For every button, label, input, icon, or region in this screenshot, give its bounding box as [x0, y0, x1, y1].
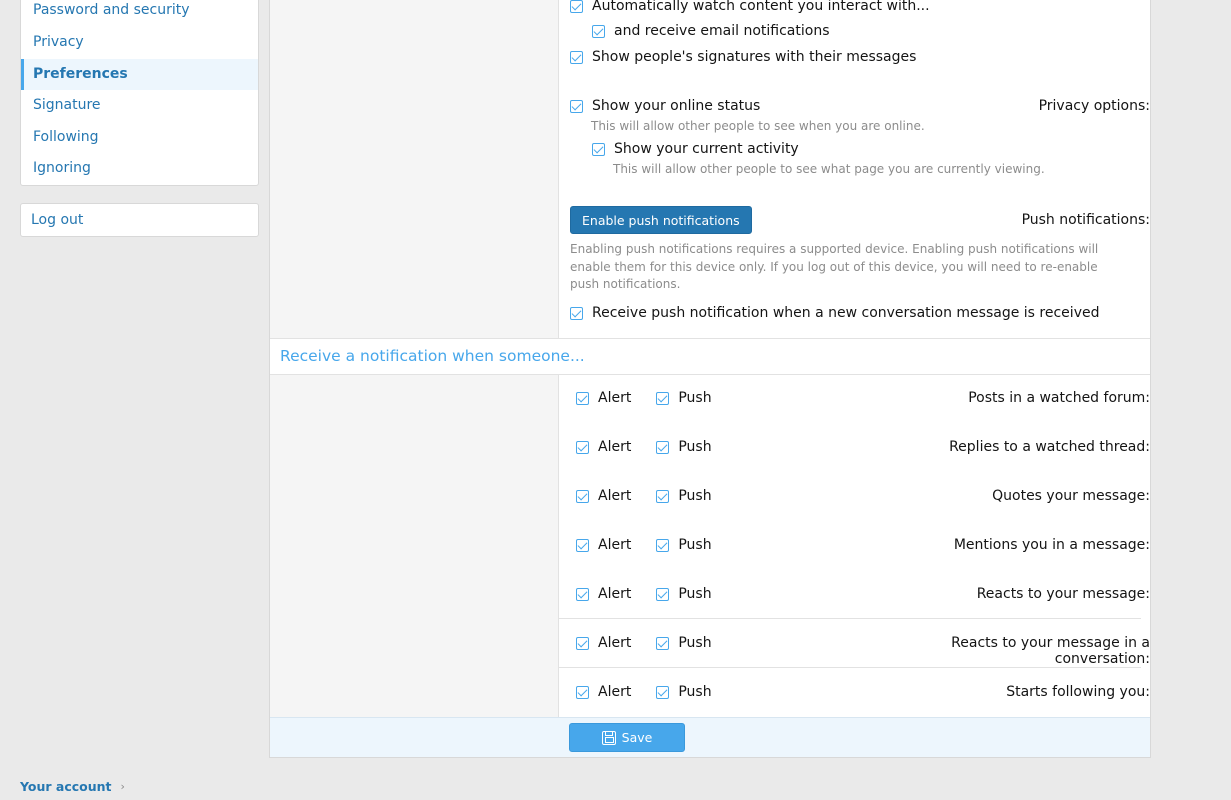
- logout-block: Log out: [20, 203, 259, 237]
- breadcrumb-your-account[interactable]: Your account: [20, 779, 112, 794]
- breadcrumb: Your account ›: [20, 779, 125, 794]
- push-label: Push: [678, 537, 712, 553]
- push-label: Push: [678, 488, 712, 504]
- email-notifications-label: and receive email notifications: [614, 23, 830, 39]
- push-checkbox[interactable]: [656, 587, 670, 601]
- row-label-reacts: Reacts to your message:: [976, 586, 1150, 602]
- notification-row-quotes: Alert Push: [576, 488, 712, 504]
- notifications-heading: Receive a notification when someone...: [270, 338, 1150, 375]
- sidebar-item-password-security[interactable]: Password and security: [21, 0, 258, 27]
- alert-checkbox[interactable]: [576, 685, 589, 699]
- email-notifications-option[interactable]: and receive email notifications: [592, 23, 829, 39]
- form-footer: Save: [270, 717, 1150, 757]
- row-label-quotes: Quotes your message:: [992, 488, 1150, 504]
- notification-row-starts-following: Alert Push: [576, 684, 712, 700]
- signatures-checkbox[interactable]: [570, 50, 583, 64]
- save-label: Save: [621, 730, 653, 745]
- push-checkbox[interactable]: [656, 636, 670, 650]
- current-activity-hint: This will allow other people to see what…: [613, 162, 1045, 176]
- alert-checkbox[interactable]: [576, 587, 589, 601]
- alert-label: Alert: [598, 439, 632, 455]
- sidebar-item-signature[interactable]: Signature: [21, 90, 258, 122]
- notification-row-mentions: Alert Push: [576, 537, 712, 553]
- save-button[interactable]: Save: [569, 723, 685, 752]
- alert-label: Alert: [598, 635, 632, 651]
- push-hint: Enabling push notifications requires a s…: [570, 242, 1099, 291]
- sidebar-item-preferences[interactable]: Preferences: [21, 58, 258, 91]
- current-activity-label: Show your current activity: [614, 141, 799, 157]
- push-checkbox[interactable]: [656, 440, 670, 454]
- alert-checkbox[interactable]: [576, 391, 589, 405]
- row-label-watched-thread: Replies to a watched thread:: [949, 439, 1150, 455]
- online-status-checkbox[interactable]: [570, 99, 583, 113]
- online-status-option[interactable]: Show your online status: [570, 98, 760, 114]
- notification-row-watched-forum: Alert Push: [576, 390, 712, 406]
- auto-watch-label: Automatically watch content you interact…: [592, 0, 930, 14]
- alert-label: Alert: [598, 586, 632, 602]
- push-label: Push: [678, 390, 712, 406]
- auto-watch-checkbox[interactable]: [570, 0, 583, 13]
- alert-label: Alert: [598, 684, 632, 700]
- push-conversation-checkbox[interactable]: [570, 306, 583, 320]
- push-checkbox[interactable]: [656, 391, 670, 405]
- preferences-panel: Automatically watch content you interact…: [269, 0, 1151, 758]
- alert-checkbox[interactable]: [576, 538, 589, 552]
- current-activity-checkbox[interactable]: [592, 142, 605, 156]
- row-label-mentions: Mentions you in a message:: [953, 537, 1150, 553]
- push-label: Push: [678, 684, 712, 700]
- push-label: Push: [678, 586, 712, 602]
- push-notifications-label: Push notifications:: [1021, 212, 1150, 228]
- push-checkbox[interactable]: [656, 685, 670, 699]
- notification-row-watched-thread: Alert Push: [576, 439, 712, 455]
- sidebar-item-privacy[interactable]: Privacy: [21, 27, 258, 59]
- alert-checkbox[interactable]: [576, 489, 589, 503]
- push-checkbox[interactable]: [656, 538, 670, 552]
- row-divider: [559, 667, 1141, 668]
- alert-checkbox[interactable]: [576, 636, 589, 650]
- online-status-hint: This will allow other people to see when…: [591, 119, 925, 133]
- row-label-watched-forum: Posts in a watched forum:: [968, 390, 1150, 406]
- notification-row-reacts: Alert Push: [576, 586, 712, 602]
- current-activity-option[interactable]: Show your current activity: [592, 141, 799, 157]
- privacy-options-label: Privacy options:: [1038, 98, 1150, 114]
- push-label: Push: [678, 635, 712, 651]
- notification-row-reacts-conversation: Alert Push: [576, 635, 712, 651]
- signatures-label: Show people's signatures with their mess…: [592, 49, 917, 65]
- push-label: Push: [678, 439, 712, 455]
- push-checkbox[interactable]: [656, 489, 670, 503]
- chevron-right-icon: ›: [120, 780, 125, 793]
- alert-label: Alert: [598, 537, 632, 553]
- online-status-label: Show your online status: [592, 98, 761, 114]
- sidebar-item-ignoring[interactable]: Ignoring: [21, 153, 258, 185]
- alert-label: Alert: [598, 488, 632, 504]
- row-label-starts-following: Starts following you:: [1006, 684, 1150, 700]
- save-icon: [601, 730, 616, 745]
- push-conversation-label: Receive push notification when a new con…: [592, 305, 1100, 321]
- email-notifications-checkbox[interactable]: [592, 24, 605, 38]
- logout-link[interactable]: Log out: [21, 204, 258, 236]
- push-conversation-option[interactable]: Receive push notification when a new con…: [570, 305, 1099, 321]
- account-sidebar: Password and security Privacy Preference…: [20, 0, 259, 186]
- signatures-option[interactable]: Show people's signatures with their mess…: [570, 49, 916, 65]
- row-label-reacts-conversation: Reacts to your message in a conversation…: [951, 635, 1150, 667]
- sidebar-item-following[interactable]: Following: [21, 122, 258, 154]
- alert-label: Alert: [598, 390, 632, 406]
- auto-watch-option[interactable]: Automatically watch content you interact…: [570, 0, 930, 14]
- row-divider: [559, 618, 1141, 619]
- alert-checkbox[interactable]: [576, 440, 589, 454]
- enable-push-button[interactable]: Enable push notifications: [570, 206, 752, 234]
